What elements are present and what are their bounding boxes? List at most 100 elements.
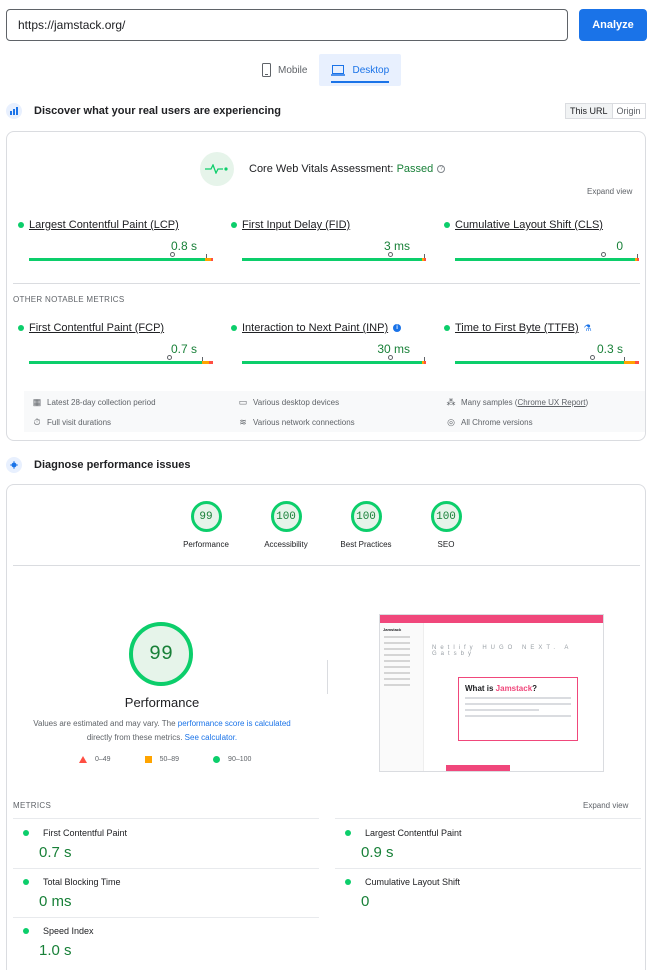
threshold-tick (637, 254, 638, 258)
legend-fail: 0–49 (79, 756, 111, 763)
good-dot (23, 879, 29, 885)
tab-mobile-label: Mobile (278, 64, 308, 76)
poor-segment (424, 361, 427, 364)
score-label: Best Practices (340, 540, 392, 549)
score-best-practices[interactable]: 100 Best Practices (326, 501, 406, 549)
good-dot (18, 222, 24, 228)
expand-view-link[interactable]: Expand view (587, 187, 632, 196)
field-section-header: Discover what your real users are experi… (6, 103, 281, 119)
threshold-tick (202, 357, 203, 361)
cwv-title-prefix: Core Web Vitals Assessment: (249, 163, 394, 175)
metric-fid-label[interactable]: First Input Delay (FID) (242, 219, 350, 231)
metric-lcp-label[interactable]: Largest Contentful Paint (LCP) (29, 219, 179, 231)
metric-ttfb-label[interactable]: Time to First Byte (TTFB) (455, 322, 579, 334)
metric-inp-label[interactable]: Interaction to Next Paint (INP) (242, 322, 388, 334)
good-segment (29, 361, 202, 364)
good-dot (345, 830, 351, 836)
info-network-text: Various network connections (253, 418, 355, 427)
good-segment (242, 258, 423, 261)
p75-marker (388, 252, 393, 257)
good-dot (23, 830, 29, 836)
metric-inp-value: 30 ms (377, 342, 410, 356)
note-text-1: Values are estimated and may vary. The (33, 719, 178, 728)
screenshot-sidebar: Jamstack (380, 623, 424, 771)
devices-icon: ▭ (238, 397, 248, 407)
cwv-assessment: Core Web Vitals Assessment: Passed? (200, 152, 446, 186)
threshold-tick (206, 254, 207, 258)
score-performance[interactable]: 99 Performance (166, 501, 246, 549)
lab-metric-name: First Contentful Paint (43, 828, 128, 838)
url-origin-toggle: This URL Origin (565, 103, 646, 119)
info-samples-suffix: ) (585, 398, 589, 407)
metrics-expand-view[interactable]: Expand view (583, 801, 628, 810)
analyze-button[interactable]: Analyze (579, 9, 647, 41)
score-legend: 0–49 50–89 90–100 (79, 756, 251, 763)
metric-cls-label[interactable]: Cumulative Layout Shift (CLS) (455, 219, 603, 231)
screenshot-logo: Jamstack (383, 627, 402, 632)
info-icon[interactable]: i (393, 324, 402, 332)
lighthouse-icon (6, 457, 22, 473)
score-accessibility[interactable]: 100 Accessibility (246, 501, 326, 549)
good-dot (444, 325, 450, 331)
toggle-this-url[interactable]: This URL (566, 104, 613, 118)
hero-accent: Jamstack (495, 684, 533, 693)
help-icon[interactable]: ? (437, 165, 446, 174)
users-icon (6, 103, 22, 119)
p75-marker (167, 355, 172, 360)
timer-icon: ⏱ (33, 417, 41, 427)
divider (335, 868, 641, 869)
diagnose-card: 99 Performance 100 Accessibility 100 Bes… (6, 484, 646, 970)
score-gauge: 100 (270, 501, 302, 532)
toggle-origin[interactable]: Origin (613, 104, 645, 118)
legend-fail-label: 0–49 (95, 756, 111, 763)
divider (13, 917, 319, 918)
distribution-bar (455, 252, 640, 261)
poor-segment (635, 361, 639, 364)
good-segment (242, 361, 423, 364)
metric-fcp-label[interactable]: First Contentful Paint (FCP) (29, 322, 164, 334)
divider (13, 818, 319, 819)
info-samples-prefix: Many samples ( (461, 398, 518, 407)
performance-gauge: 99 (129, 622, 193, 686)
screenshot-hero: What is Jamstack? (458, 677, 578, 741)
info-samples: ⁂ Many samples (Chrome UX Report) (446, 397, 589, 408)
good-dot (18, 325, 24, 331)
legend-pass-label: 90–100 (228, 756, 252, 763)
good-dot (231, 325, 237, 331)
tab-mobile[interactable]: Mobile (250, 54, 319, 86)
screenshot-topbar (380, 615, 603, 623)
info-chrome: ◎ All Chrome versions (446, 417, 533, 428)
lab-metric-value: 0.7 s (39, 844, 72, 861)
good-dot (23, 928, 29, 934)
metrics-title: METRICS (13, 801, 52, 810)
page-screenshot[interactable]: Jamstack Netlify HUGO NEXT. A Gatsby Wha… (379, 614, 604, 772)
chrome-ux-report-link[interactable]: Chrome UX Report (517, 398, 585, 407)
metric-cls: Cumulative Layout Shift (CLS) 0 (444, 219, 640, 261)
good-dot (345, 879, 351, 885)
pulse-icon (200, 152, 234, 186)
metric-fid-value: 3 ms (383, 239, 410, 253)
info-devices-text: Various desktop devices (253, 398, 340, 407)
score-seo[interactable]: 100 SEO (406, 501, 486, 549)
lab-metric-value: 1.0 s (39, 942, 72, 959)
distribution-bar (455, 355, 639, 364)
calculator-link[interactable]: See calculator. (185, 733, 237, 742)
divider (13, 283, 640, 284)
hero-suffix: ? (532, 684, 538, 693)
diagnose-section-header: Diagnose performance issues (6, 457, 191, 473)
other-metrics-title: OTHER NOTABLE METRICS (13, 295, 125, 304)
metric-fcp: First Contentful Paint (FCP) 0.7 s (18, 322, 213, 364)
metric-ttfb-value: 0.3 s (596, 342, 623, 356)
lab-metric-name: Cumulative Layout Shift (365, 877, 461, 887)
score-calculated-link[interactable]: performance score is calculated (178, 719, 291, 728)
good-dot (231, 222, 237, 228)
url-input[interactable]: https://jamstack.org/ (6, 9, 568, 41)
triangle-icon (79, 756, 87, 763)
legend-pass: 90–100 (213, 756, 251, 763)
tab-desktop[interactable]: Desktop (319, 54, 402, 86)
good-segment (455, 258, 636, 261)
score-gauge: 100 (430, 501, 462, 532)
info-period-text: Latest 28-day collection period (47, 398, 156, 407)
experimental-flask-icon[interactable]: ⚗ (584, 323, 592, 334)
screenshot-logos: Netlify HUGO NEXT. A Gatsby (432, 645, 573, 657)
